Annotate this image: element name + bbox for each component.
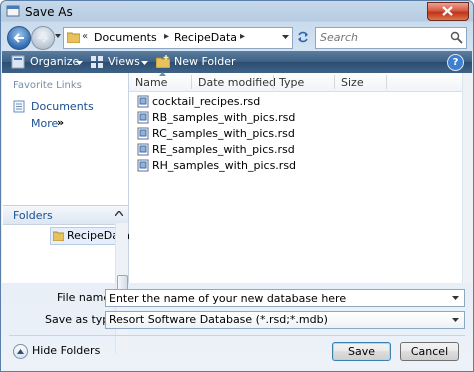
back-button[interactable] bbox=[7, 26, 31, 50]
organize-icon bbox=[11, 55, 25, 69]
sidebar-item-more[interactable]: More bbox=[31, 117, 58, 130]
database-file-icon bbox=[137, 95, 149, 108]
refresh-button[interactable] bbox=[293, 27, 313, 47]
chevron-down-icon[interactable] bbox=[76, 61, 83, 65]
overflow-chevron[interactable]: « bbox=[82, 31, 88, 42]
navigation-pane: Favorite Links Documents More » Folders … bbox=[2, 73, 130, 354]
database-file-icon bbox=[137, 143, 149, 156]
title-bar[interactable]: Save As bbox=[1, 1, 473, 22]
folders-label: Folders bbox=[13, 209, 53, 222]
arrow-left-icon bbox=[13, 33, 24, 43]
close-icon bbox=[442, 6, 453, 16]
search-box[interactable] bbox=[315, 27, 467, 49]
hide-folders-label: Hide Folders bbox=[32, 344, 101, 357]
column-divider[interactable] bbox=[273, 75, 274, 89]
column-divider[interactable] bbox=[191, 75, 192, 89]
folder-icon bbox=[67, 32, 80, 43]
new-folder-button[interactable]: New Folder bbox=[174, 55, 235, 68]
column-header-date-modified[interactable]: Date modified bbox=[198, 76, 276, 89]
forward-button[interactable] bbox=[31, 26, 55, 50]
collapse-circle bbox=[13, 344, 28, 359]
breadcrumb-documents[interactable]: Documents bbox=[94, 31, 157, 44]
search-input[interactable] bbox=[320, 30, 444, 45]
views-button[interactable]: Views bbox=[108, 55, 140, 68]
breadcrumb-chevron-icon[interactable]: ▸ bbox=[164, 31, 169, 42]
save-as-type-value: Resort Software Database (*.rsd;*.mdb) bbox=[109, 313, 328, 326]
file-name: RE_samples_with_pics.rsd bbox=[152, 143, 295, 156]
organize-button[interactable]: Organize bbox=[30, 55, 79, 68]
column-header-type[interactable]: Type bbox=[279, 76, 304, 89]
chevron-up-icon[interactable] bbox=[115, 211, 123, 216]
file-name: RC_samples_with_pics.rsd bbox=[152, 127, 295, 140]
file-name-combobox[interactable] bbox=[105, 289, 465, 307]
chevron-up-icon bbox=[17, 349, 24, 354]
app-icon bbox=[6, 5, 20, 17]
save-as-type-select[interactable]: Resort Software Database (*.rsd;*.mdb) bbox=[105, 311, 465, 329]
close-button[interactable] bbox=[427, 2, 469, 21]
database-file-icon bbox=[137, 127, 149, 140]
more-chevron-icon[interactable]: » bbox=[57, 116, 64, 129]
file-name-dropdown-button[interactable] bbox=[449, 291, 463, 305]
command-toolbar: Organize Views New Folder ? bbox=[2, 51, 472, 73]
save-button[interactable]: Save bbox=[332, 342, 391, 361]
recent-pages-dropdown-icon[interactable] bbox=[55, 34, 61, 38]
address-bar[interactable]: « Documents ▸ RecipeData ▸ bbox=[63, 27, 293, 49]
file-list-scrollbar[interactable] bbox=[462, 73, 473, 283]
new-folder-icon bbox=[156, 55, 170, 68]
refresh-icon bbox=[298, 31, 308, 43]
cancel-button[interactable]: Cancel bbox=[400, 342, 459, 361]
tree-item-recipedata[interactable]: RecipeData bbox=[50, 227, 130, 245]
views-icon bbox=[91, 56, 103, 68]
file-name: RB_samples_with_pics.rsd bbox=[152, 111, 296, 124]
column-header-name[interactable]: Name bbox=[135, 76, 167, 89]
window-title: Save As bbox=[25, 5, 73, 19]
favorite-links-heading: Favorite Links bbox=[13, 80, 82, 91]
save-as-dialog: Save As « Documents ▸ RecipeData ▸ Searc… bbox=[0, 0, 474, 372]
folder-icon bbox=[53, 231, 64, 241]
column-headers: Name Date modified Type Size bbox=[129, 72, 462, 92]
arrow-right-icon bbox=[38, 33, 49, 43]
folders-toggle[interactable]: Folders bbox=[3, 205, 128, 225]
file-list: Name Date modified Type Size cocktail_re… bbox=[129, 72, 462, 283]
save-as-type-dropdown-button[interactable] bbox=[449, 313, 463, 327]
chevron-down-icon bbox=[452, 318, 459, 322]
column-divider[interactable] bbox=[386, 75, 387, 89]
chevron-down-icon[interactable] bbox=[282, 35, 289, 39]
file-name-input[interactable] bbox=[109, 291, 439, 305]
hide-folders-button[interactable]: Hide Folders bbox=[13, 343, 103, 359]
chevron-down-icon bbox=[452, 296, 459, 300]
file-name: cocktail_recipes.rsd bbox=[152, 95, 261, 108]
chevron-down-icon[interactable] bbox=[141, 61, 148, 65]
column-header-size[interactable]: Size bbox=[341, 76, 364, 89]
documents-icon bbox=[13, 100, 25, 113]
database-file-icon bbox=[137, 111, 149, 124]
breadcrumb-chevron-icon[interactable]: ▸ bbox=[240, 31, 245, 42]
database-file-icon bbox=[137, 159, 149, 172]
search-icon[interactable] bbox=[450, 31, 463, 44]
sidebar-item-documents[interactable]: Documents bbox=[31, 100, 94, 113]
file-name: RH_samples_with_pics.rsd bbox=[152, 159, 297, 172]
help-button[interactable]: ? bbox=[447, 54, 464, 71]
column-divider[interactable] bbox=[334, 75, 335, 89]
breadcrumb-recipedata[interactable]: RecipeData bbox=[174, 31, 237, 44]
footer-divider bbox=[9, 335, 465, 336]
